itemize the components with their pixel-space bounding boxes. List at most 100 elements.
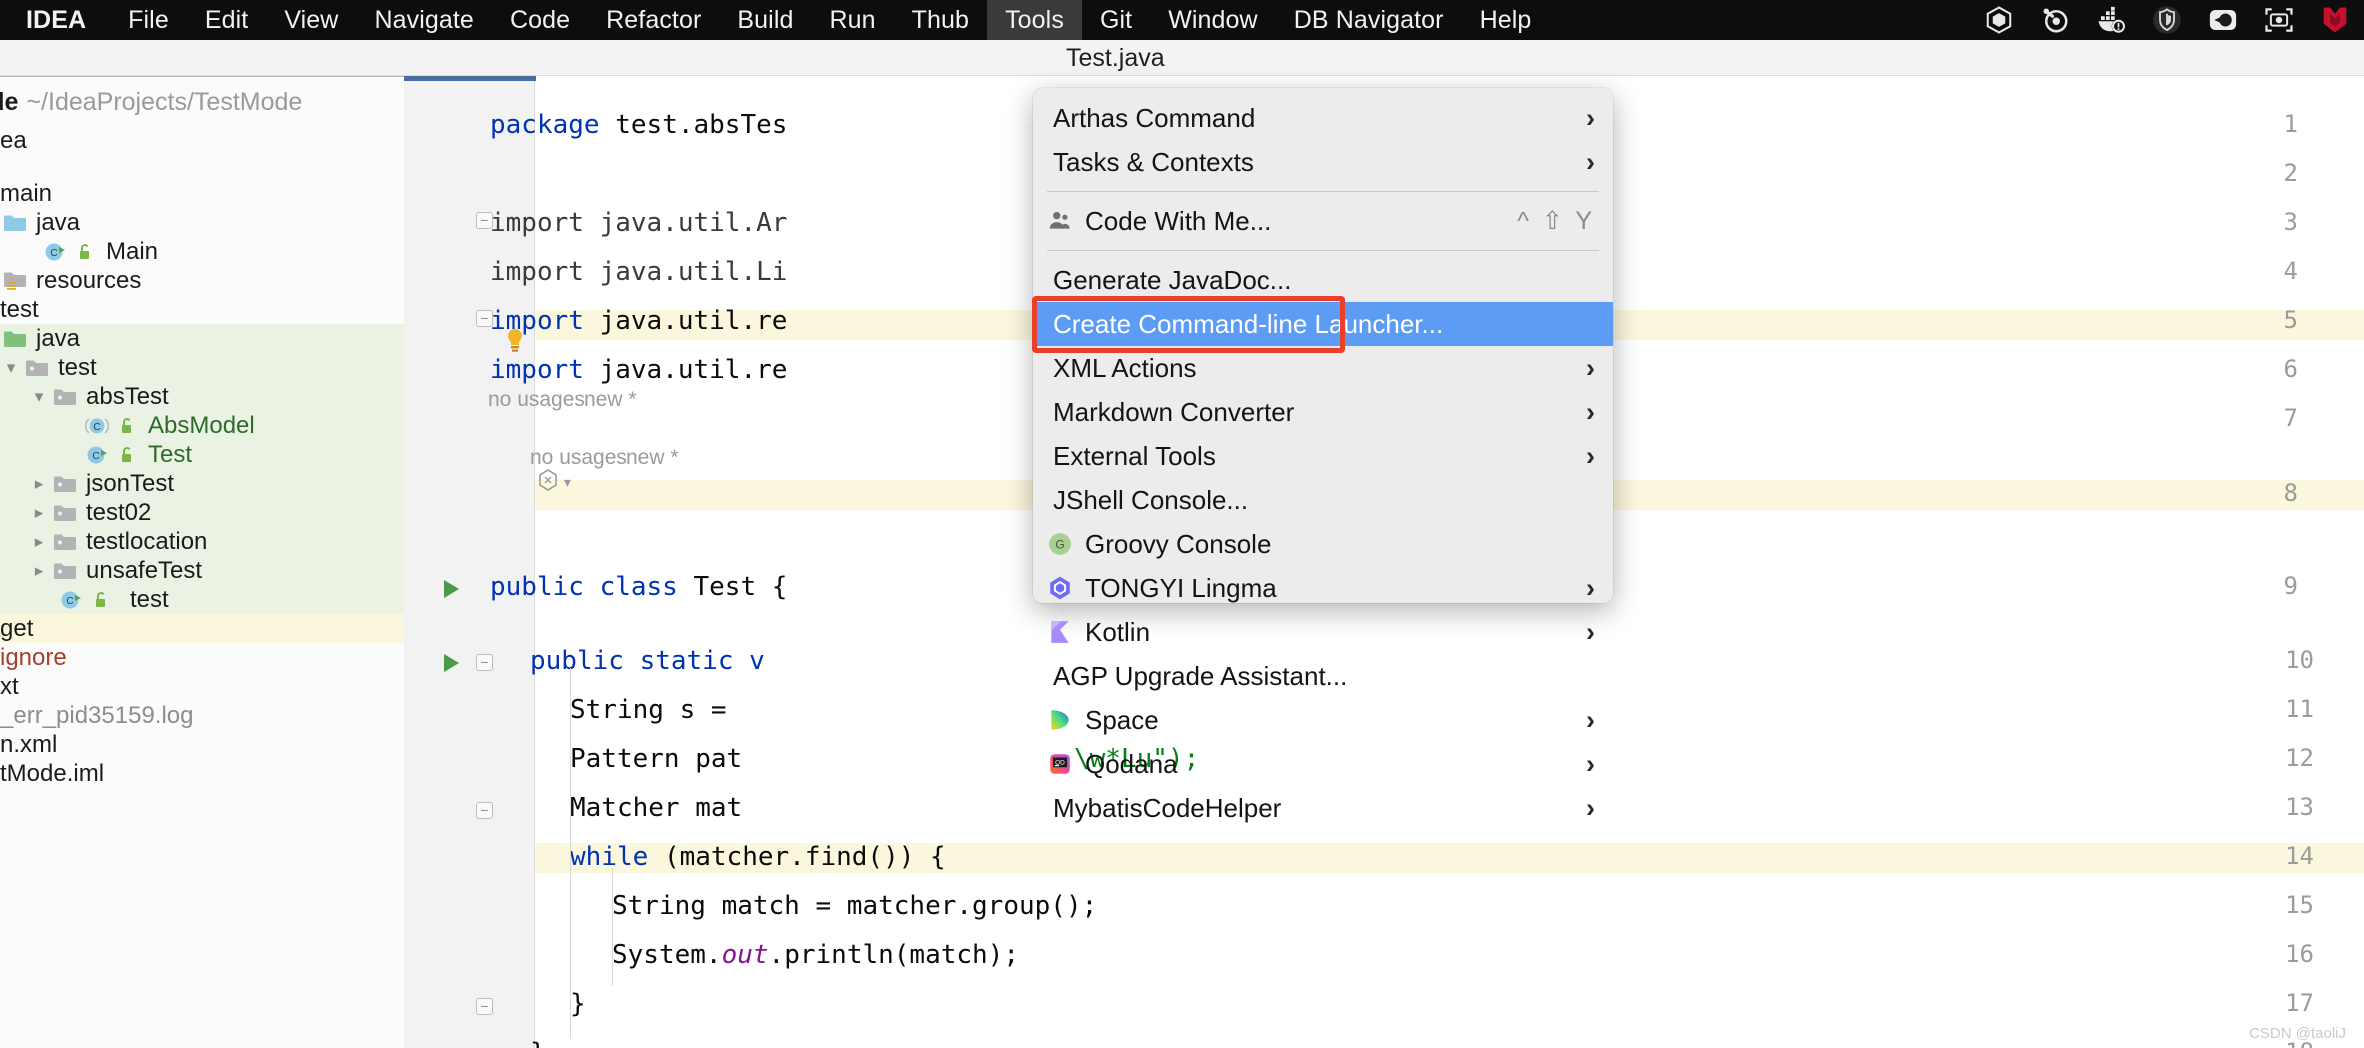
- tongyi-inline-icon[interactable]: [536, 468, 560, 499]
- kotlin-icon: [1045, 617, 1075, 647]
- tree-item-label: Test: [148, 440, 193, 468]
- menu-item-generate-javadoc[interactable]: Generate JavaDoc...: [1033, 258, 1613, 302]
- code-line-10: public static v: [530, 646, 765, 676]
- menu-item-mybatis-code-helper[interactable]: MybatisCodeHelper ›: [1033, 786, 1613, 830]
- tree-item-pkg-testlocation[interactable]: ▸ testlocation: [0, 527, 404, 556]
- tree-item-err-log[interactable]: _err_pid35159.log: [0, 701, 404, 730]
- tree-item-label: xt: [0, 672, 19, 700]
- menu-item-jshell-console[interactable]: JShell Console...: [1033, 478, 1613, 522]
- tree-item-class-test-lower[interactable]: C test: [0, 585, 404, 614]
- menubar-item-navigate[interactable]: Navigate: [356, 0, 491, 40]
- project-root-row[interactable]: ode ~/IdeaProjects/TestMode: [0, 84, 302, 120]
- menu-item-groovy-console[interactable]: G Groovy Console: [1033, 522, 1613, 566]
- tree-item-resources[interactable]: resources: [0, 266, 404, 295]
- menubar-item-view[interactable]: View: [266, 0, 356, 40]
- svg-text:C: C: [92, 451, 99, 462]
- tree-item-class-absmodel[interactable]: C AbsModel: [0, 411, 404, 440]
- menu-item-code-with-me[interactable]: Code With Me... ^ ⇧ Y: [1033, 199, 1613, 243]
- code-line-13: Matcher mat: [570, 793, 743, 823]
- menu-item-tongyi-lingma[interactable]: TONGYI Lingma ›: [1033, 566, 1613, 610]
- tree-item-pkg-abstest[interactable]: ▾ absTest: [0, 382, 404, 411]
- menubar-item-code[interactable]: Code: [492, 0, 588, 40]
- steelseries-icon[interactable]: [2040, 5, 2070, 35]
- menu-item-external-tools[interactable]: External Tools ›: [1033, 434, 1613, 478]
- chevron-right-icon[interactable]: ▸: [28, 556, 50, 585]
- project-root-name: ode: [0, 88, 19, 116]
- menubar-item-db-navigator[interactable]: DB Navigator: [1276, 0, 1462, 40]
- menu-item-label: Arthas Command: [1053, 102, 1256, 133]
- indent-guide: [570, 668, 571, 838]
- tree-item-iml[interactable]: tMode.iml: [0, 759, 404, 788]
- tree-item-target[interactable]: get: [0, 614, 404, 643]
- editor-tab-strip: Test.java: [0, 40, 2364, 76]
- tree-item-main[interactable]: main: [0, 179, 404, 208]
- menubar-item-refactor[interactable]: Refactor: [588, 0, 719, 40]
- tree-item-test-java[interactable]: java: [0, 324, 404, 353]
- java-abstract-class-icon: C: [82, 411, 112, 440]
- tree-item-pkg-test02[interactable]: ▸ test02: [0, 498, 404, 527]
- intention-bulb-icon[interactable]: [504, 328, 526, 354]
- menu-item-space[interactable]: Space ›: [1033, 698, 1613, 742]
- tree-item-label: test: [0, 295, 39, 323]
- tree-item-label: get: [0, 614, 34, 642]
- mouse-icon[interactable]: [2208, 5, 2238, 35]
- tree-item-pkg-test[interactable]: ▾ test: [0, 353, 404, 382]
- chevron-right-icon: ›: [1586, 146, 1595, 177]
- menubar-item-run[interactable]: Run: [812, 0, 894, 40]
- mac-menu-bar: IDEA File Edit View Navigate Code Refact…: [0, 0, 2364, 40]
- chevron-right-icon[interactable]: ▸: [28, 498, 50, 527]
- tree-item-pkg-jsontest[interactable]: ▸ jsonTest: [0, 469, 404, 498]
- chevron-down-icon[interactable]: ▾: [0, 353, 22, 382]
- tree-item-gitignore[interactable]: ignore: [0, 643, 404, 672]
- chevron-right-icon: ›: [1586, 102, 1595, 133]
- chevron-right-icon: ›: [1586, 396, 1595, 427]
- menubar-app-name[interactable]: IDEA: [0, 0, 110, 40]
- menubar-item-help[interactable]: Help: [1462, 0, 1550, 40]
- menu-item-markdown-converter[interactable]: Markdown Converter ›: [1033, 390, 1613, 434]
- svg-text:C: C: [50, 248, 57, 259]
- docker-alert-icon[interactable]: [2096, 5, 2126, 35]
- project-scrollbar[interactable]: [0, 76, 404, 77]
- unlock-icon: [86, 585, 116, 614]
- menubar-item-tools[interactable]: Tools: [987, 0, 1082, 40]
- chevron-right-icon[interactable]: ▸: [28, 469, 50, 498]
- unlock-icon: [70, 237, 100, 266]
- tree-item-main-class[interactable]: C Main: [0, 237, 404, 266]
- tree-item-idea[interactable]: ea: [0, 126, 404, 155]
- tree-item-label: AbsModel: [148, 411, 255, 439]
- shield-icon[interactable]: [2152, 5, 2182, 35]
- chevron-down-icon[interactable]: ▾: [562, 472, 573, 493]
- menubar-item-window[interactable]: Window: [1150, 0, 1276, 40]
- chevron-right-icon[interactable]: ▸: [28, 527, 50, 556]
- screenshot-icon[interactable]: [2264, 5, 2294, 35]
- tree-item-pom-xml[interactable]: n.xml: [0, 730, 404, 759]
- mcafee-icon[interactable]: [2320, 5, 2350, 35]
- folder-blue-icon: [0, 208, 30, 237]
- tree-item-test-root[interactable]: test: [0, 295, 404, 324]
- tree-item-pkg-unsafetest[interactable]: ▸ unsafeTest: [0, 556, 404, 585]
- menu-item-tasks-contexts[interactable]: Tasks & Contexts ›: [1033, 140, 1613, 184]
- menubar-item-git[interactable]: Git: [1082, 0, 1150, 40]
- code-line-11: String s =: [570, 695, 727, 725]
- svg-text:C: C: [66, 596, 73, 607]
- tree-item-txt[interactable]: xt: [0, 672, 404, 701]
- menu-item-kotlin[interactable]: Kotlin ›: [1033, 610, 1613, 654]
- menu-item-qodana[interactable]: QD Qodana ›: [1033, 742, 1613, 786]
- tree-item-label: testlocation: [86, 527, 208, 555]
- tree-item-main-java[interactable]: java: [0, 208, 404, 237]
- editor-tab-title[interactable]: Test.java: [1066, 40, 1165, 76]
- code-line-12: Pattern pat: [570, 744, 743, 774]
- menu-item-xml-actions[interactable]: XML Actions ›: [1033, 346, 1613, 390]
- tree-item-class-test[interactable]: C Test: [0, 440, 404, 469]
- chevron-down-icon[interactable]: ▾: [28, 382, 50, 411]
- menu-item-create-command-line-launcher[interactable]: Create Command-line Launcher...: [1032, 296, 1613, 353]
- menubar-item-thub[interactable]: Thub: [894, 0, 987, 40]
- menu-item-arthas-command[interactable]: Arthas Command ›: [1033, 96, 1613, 140]
- code-line-4: import java.util.Li: [490, 257, 788, 287]
- menu-item-agp-upgrade-assistant[interactable]: AGP Upgrade Assistant...: [1033, 654, 1613, 698]
- hexagon-icon[interactable]: [1984, 5, 2014, 35]
- menubar-item-file[interactable]: File: [110, 0, 187, 40]
- menubar-item-edit[interactable]: Edit: [187, 0, 266, 40]
- tools-dropdown-menu[interactable]: Arthas Command › Tasks & Contexts › Code…: [1032, 88, 1613, 823]
- menubar-item-build[interactable]: Build: [719, 0, 811, 40]
